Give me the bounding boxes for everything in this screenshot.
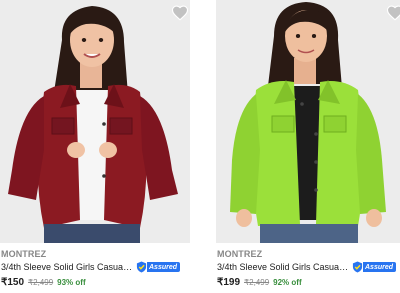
assured-label: Assured bbox=[363, 262, 397, 272]
product-grid: MONTREZ 3/4th Sleeve Solid Girls Casual … bbox=[0, 0, 400, 293]
wishlist-heart-icon[interactable] bbox=[386, 4, 400, 22]
assured-shield-icon bbox=[352, 261, 363, 273]
product-title[interactable]: 3/4th Sleeve Solid Girls Casual Ja... bbox=[217, 262, 349, 272]
selling-price: ₹150 bbox=[1, 277, 25, 288]
discount-percent: 92% off bbox=[273, 278, 302, 287]
price-row: ₹199 ₹2,499 92% off bbox=[217, 277, 302, 288]
brand-name: MONTREZ bbox=[1, 249, 47, 259]
selling-price: ₹199 bbox=[217, 277, 241, 288]
product-photo-red-jacket bbox=[0, 0, 190, 243]
product-title[interactable]: 3/4th Sleeve Solid Girls Casual Ja... bbox=[1, 262, 133, 272]
product-image[interactable] bbox=[0, 0, 190, 243]
wishlist-heart-icon[interactable] bbox=[171, 4, 189, 22]
product-photo-green-jacket bbox=[216, 0, 400, 243]
product-image[interactable] bbox=[216, 0, 400, 243]
product-card[interactable]: MONTREZ 3/4th Sleeve Solid Girls Casual … bbox=[0, 0, 190, 293]
assured-shield-icon bbox=[136, 261, 147, 273]
brand-name: MONTREZ bbox=[217, 249, 263, 259]
product-card[interactable]: MONTREZ 3/4th Sleeve Solid Girls Casual … bbox=[216, 0, 400, 293]
discount-percent: 93% off bbox=[57, 278, 86, 287]
price-row: ₹150 ₹2,499 93% off bbox=[1, 277, 86, 288]
assured-badge: Assured bbox=[352, 261, 397, 273]
original-price: ₹2,499 bbox=[244, 278, 270, 287]
assured-badge: Assured bbox=[136, 261, 181, 273]
assured-label: Assured bbox=[147, 262, 181, 272]
original-price: ₹2,499 bbox=[28, 278, 54, 287]
